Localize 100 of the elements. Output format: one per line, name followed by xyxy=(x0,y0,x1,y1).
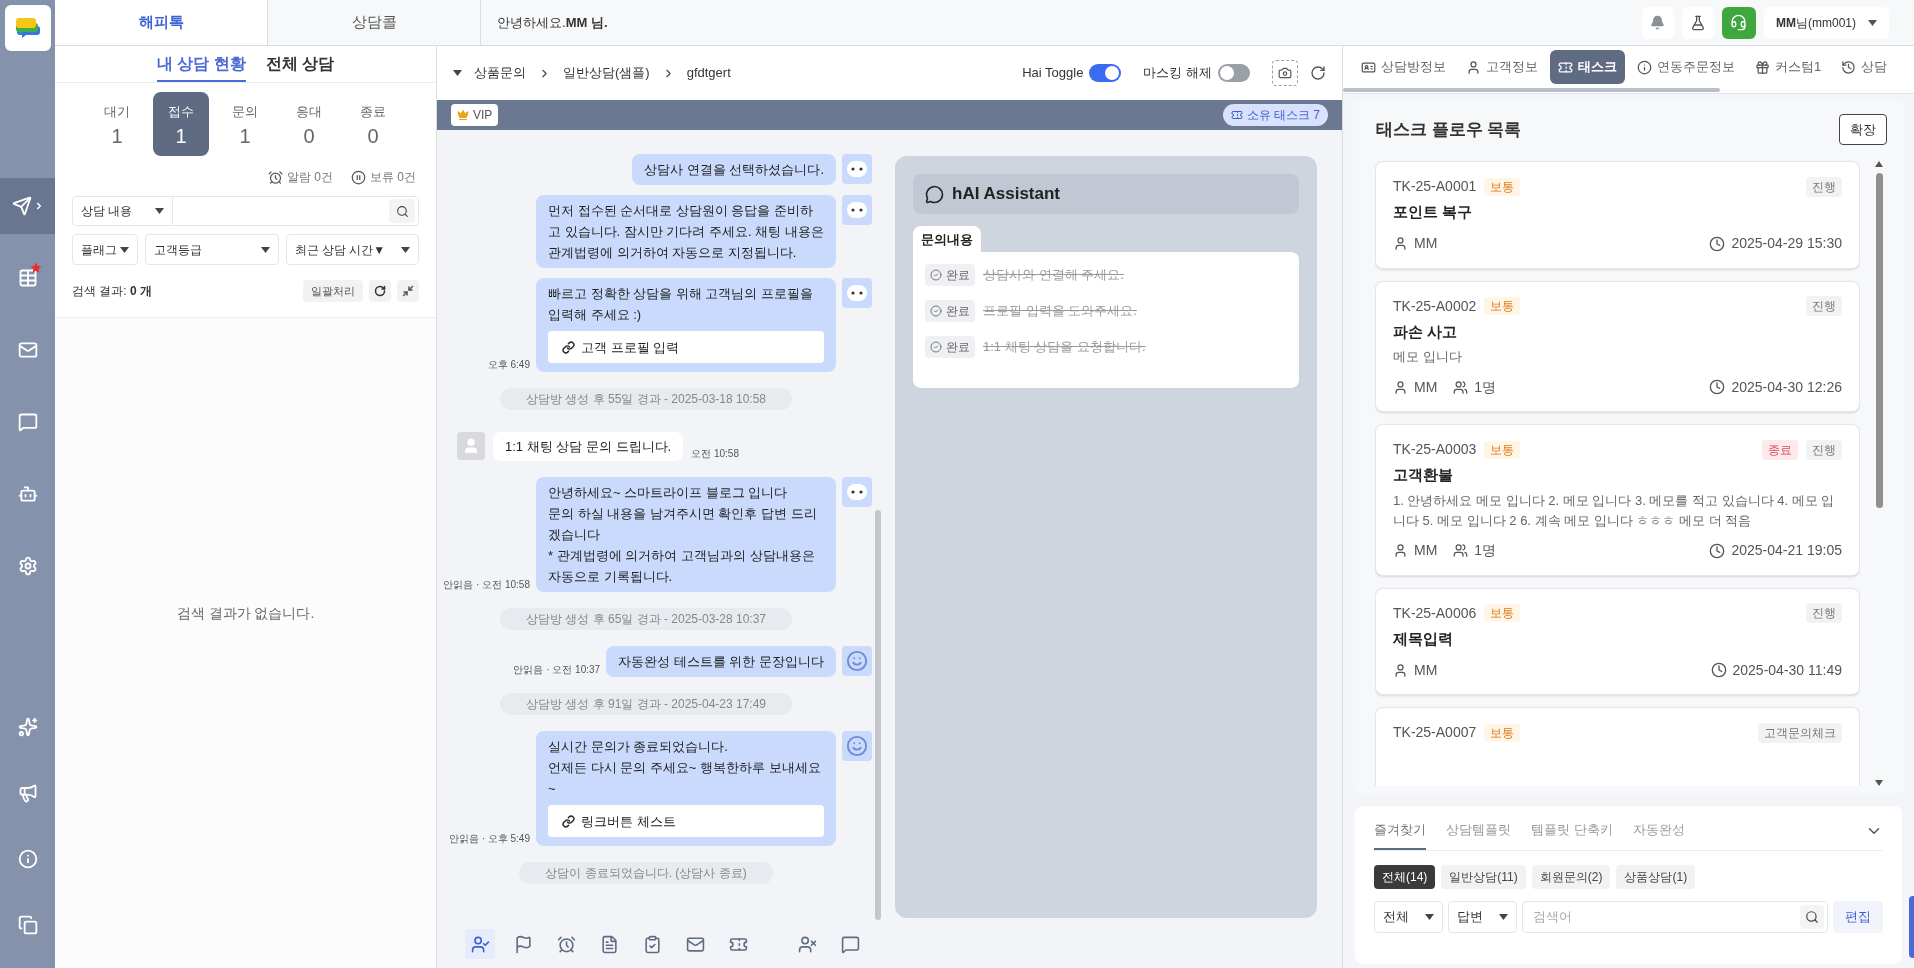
filter-select[interactable]: 고객등급 xyxy=(145,234,279,265)
alarm-count: 알람 0건 xyxy=(286,169,333,186)
scroll-up-icon[interactable] xyxy=(1875,161,1883,167)
lab-button[interactable] xyxy=(1682,6,1714,39)
task-card[interactable]: TK-25-A0006 보통 진행 제목입력 MM 2025-04-30 11:49 xyxy=(1375,587,1860,695)
inquiry-text: 1:1 채팅 상담을 요청합니다. xyxy=(983,337,1146,356)
refresh-button[interactable] xyxy=(369,280,391,302)
mail-icon xyxy=(685,934,705,954)
category-chip[interactable]: 전체(14) xyxy=(1374,864,1436,889)
side-handle[interactable] xyxy=(1909,896,1914,958)
task-id: TK-25-A0002 xyxy=(1393,296,1477,316)
task-card[interactable]: TK-25-A0007 보통 고객문의체크 xyxy=(1375,707,1860,786)
task-memo: 1. 안녕하세요 메모 입니다 2. 메모 입니다 3. 메모를 적고 있습니다 4. 메모 입니다 5. 메모 입니다 2 6. 계속 메모 입니다 ㅎㅎㅎ 메모 더 적음 xyxy=(1393,491,1836,530)
inquiry-text: 프로필 입력을 도와주세요. xyxy=(983,301,1137,320)
table-icon xyxy=(17,268,38,288)
search-field[interactable]: 검색어 xyxy=(1522,900,1828,933)
content-tab[interactable]: 문의내용 xyxy=(913,226,981,252)
scrollbar[interactable] xyxy=(875,510,881,920)
headset-button[interactable] xyxy=(1722,6,1756,39)
refresh-icon[interactable] xyxy=(1310,65,1326,81)
filter-select[interactable]: 답변 xyxy=(1448,900,1517,933)
caret-icon xyxy=(120,246,129,253)
status-tag: 종료 xyxy=(1762,439,1798,460)
user-menu[interactable]: MM님(mm001) xyxy=(1764,6,1889,39)
task-card[interactable]: TK-25-A0002 보통 진행 파손 사고 메모 입니다 MM 1명 2025-04-30 12:26 xyxy=(1375,280,1860,412)
top-tab[interactable]: 상담콜 xyxy=(268,0,481,45)
check-icon xyxy=(930,304,942,317)
status-counter[interactable]: 접수 1 xyxy=(153,92,209,156)
collapse-button[interactable] xyxy=(397,280,419,302)
app-logo[interactable] xyxy=(4,4,51,51)
template-tab[interactable]: 즐겨찾기 xyxy=(1374,820,1426,850)
empty-message: 검색 결과가 없습니다. xyxy=(176,603,315,623)
search-button[interactable] xyxy=(1800,904,1824,929)
edit-button[interactable]: 편집 xyxy=(1833,900,1883,933)
agent-message: 실시간 문의가 종료되었습니다. 언제든 다시 문의 주세요~ 행복한하루 보내세요~ 링크버튼 체스트 xyxy=(536,731,836,846)
status-counter[interactable]: 응대 0 xyxy=(281,92,337,156)
status-counter[interactable]: 종료 0 xyxy=(345,92,401,156)
filter-select[interactable]: 전체 xyxy=(1374,900,1443,933)
document-icon xyxy=(599,934,619,954)
scroll-down-icon[interactable] xyxy=(1875,780,1883,786)
breadcrumb-item[interactable]: 일반상담(샘플) xyxy=(563,63,650,83)
task-title: 포인트 복구 xyxy=(1393,202,1474,222)
message-time: 안읽음 · 오전 10:37 xyxy=(513,663,601,677)
check-icon xyxy=(930,340,942,353)
search-scope-select[interactable]: 상담 내용 xyxy=(73,197,173,225)
scrollbar[interactable] xyxy=(1343,88,1720,92)
search-button[interactable] xyxy=(389,199,415,223)
panel-tab[interactable]: 전체 상담 xyxy=(265,52,335,82)
system-notice: 상담방 생성 후 91일 경과 - 2025-04-23 17:49 xyxy=(499,693,793,715)
capture-button[interactable] xyxy=(1272,60,1298,86)
info-tab[interactable]: 상담 xyxy=(1833,50,1896,84)
category-chip[interactable]: 일반상담(11) xyxy=(1441,864,1526,889)
collapse-icon xyxy=(402,285,414,297)
toolbar-button[interactable] xyxy=(465,929,495,959)
category-chip[interactable]: 회원문의(2) xyxy=(1531,864,1611,889)
task-time: 2025-04-30 12:26 xyxy=(1731,377,1842,397)
send-icon xyxy=(11,196,32,216)
owned-task-badge[interactable]: 소유 태스크 7 xyxy=(1222,104,1328,126)
task-title: 제목입력 xyxy=(1393,628,1454,649)
priority-tag: 보통 xyxy=(1484,440,1521,459)
toggle-switch[interactable] xyxy=(1089,64,1122,82)
participant-count: 1명 xyxy=(1474,377,1497,397)
category-chip[interactable]: 상품상담(1) xyxy=(1616,864,1696,889)
status-counter[interactable]: 문의 1 xyxy=(217,92,273,156)
info-tab[interactable]: 상담방정보 xyxy=(1353,50,1454,84)
notification-button[interactable] xyxy=(1642,6,1674,39)
info-tab[interactable]: 커스텀1 xyxy=(1747,50,1830,84)
id-card-icon xyxy=(1361,59,1376,75)
breadcrumb-item[interactable]: gfdtgert xyxy=(686,63,731,83)
status-tag: 고객문의체크 xyxy=(1758,722,1842,743)
assignee: MM xyxy=(1414,377,1438,397)
copy-icon xyxy=(17,915,38,935)
ticket-icon xyxy=(1230,109,1243,121)
status-chip: 완료 xyxy=(925,335,975,358)
filter-select[interactable]: 최근 상담 시간▼ xyxy=(285,234,419,265)
info-tab[interactable]: 고객정보 xyxy=(1458,50,1546,84)
link-button[interactable]: 고객 프로필 입력 xyxy=(548,331,824,363)
toggle-switch[interactable] xyxy=(1218,64,1250,82)
agent-message: 빠르고 정확한 상담을 위해 고객님의 프로필을 입력해 주세요 :) 고객 프로필 입력 xyxy=(536,278,836,372)
status-counter[interactable]: 대기 1 xyxy=(89,92,145,156)
chat-bubbles-logo-icon xyxy=(14,16,41,39)
link-button[interactable]: 링크버튼 체스트 xyxy=(548,805,824,837)
message-time: 안읽음 · 오전 10:58 xyxy=(443,578,530,592)
task-card[interactable]: TK-25-A0003 보통 종료 진행 고객환불 1. 안녕하세요 메모 입니다 2. 메모 입니다 3. 메모를 적고 있습니다 4. 메모 입니다 5. 메모 입니다 2 6. 계속 메모 입니다 ㅎㅎㅎ 메모 더 적음 MM 1명 2025-04-21 19:05 xyxy=(1375,424,1860,576)
bulk-button[interactable]: 일괄처리 xyxy=(303,280,363,302)
top-tab[interactable]: 해피톡 xyxy=(55,0,268,45)
clock-icon xyxy=(1709,542,1726,559)
task-time: 2025-04-29 15:30 xyxy=(1731,234,1842,253)
scrollbar[interactable] xyxy=(1874,161,1884,786)
clock-icon xyxy=(1710,662,1727,678)
task-card[interactable]: TK-25-A0001 보통 진행 포인트 복구 MM 2025-04-29 15:30 xyxy=(1375,161,1860,269)
status-tag: 진행 xyxy=(1806,296,1842,316)
expand-button[interactable]: 확장 xyxy=(1839,114,1887,145)
info-tab[interactable]: 연동주문정보 xyxy=(1629,50,1743,84)
section-title: 태스크 플로우 목록 xyxy=(1376,118,1522,141)
agent-message: 상담사 연결을 선택하셨습니다. xyxy=(632,154,836,185)
info-tab[interactable]: 태스크 xyxy=(1550,50,1625,84)
chat-sparkle-icon xyxy=(925,184,944,204)
task-id: TK-25-A0006 xyxy=(1393,603,1477,623)
breadcrumb-item[interactable]: 상품문의 xyxy=(474,63,526,83)
